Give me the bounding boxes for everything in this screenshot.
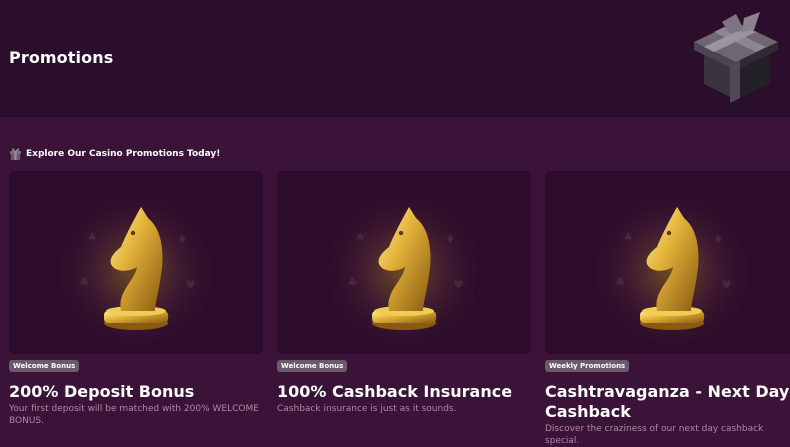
promotion-image[interactable]: ♠ ♦ ♣ ♥ ♠ ♦: [9, 171, 263, 354]
gift-box-icon: [684, 8, 786, 106]
svg-text:♣: ♣: [615, 275, 626, 289]
section-title: Explore Our Casino Promotions Today!: [26, 149, 221, 159]
promotion-card[interactable]: ♠ ♦ ♣ ♥ ♠ ♦ Welcome Bonus 100% Cashback …: [277, 171, 531, 439]
svg-text:♥: ♥: [185, 278, 196, 292]
promotion-card[interactable]: ♠ ♦ ♣ ♥ ♠ ♦ Welcome Bonus 200% Deposit B…: [9, 171, 263, 439]
category-badge: Welcome Bonus: [277, 360, 348, 372]
promotion-image[interactable]: ♠ ♦ ♣ ♥ ♠ ♦: [545, 171, 790, 354]
promotions-section: Explore Our Casino Promotions Today! ♠ ♦…: [0, 117, 790, 446]
svg-text:♠: ♠: [87, 230, 98, 244]
svg-text:♠: ♠: [623, 230, 634, 244]
page-title: Promotions: [9, 48, 114, 67]
promotion-card[interactable]: ♠ ♦ ♣ ♥ ♠ ♦ Weekly Promotions Cashtravag…: [545, 171, 790, 446]
svg-text:♠: ♠: [355, 230, 366, 244]
svg-text:♥: ♥: [721, 278, 732, 292]
svg-text:♦: ♦: [177, 232, 188, 246]
promotion-description: Your first deposit will be matched with …: [9, 404, 259, 426]
category-badge: Weekly Promotions: [545, 360, 630, 372]
svg-text:♣: ♣: [79, 275, 90, 289]
svg-text:♦: ♦: [713, 232, 724, 246]
gift-icon: [10, 148, 21, 160]
svg-text:♥: ♥: [453, 278, 464, 292]
promotion-title[interactable]: 100% Cashback Insurance: [277, 382, 531, 402]
svg-text:♣: ♣: [347, 275, 358, 289]
promotion-title[interactable]: 200% Deposit Bonus: [9, 382, 263, 402]
promotion-description: Cashback insurance is just as it sounds.: [277, 404, 457, 414]
category-badge: Welcome Bonus: [9, 360, 80, 372]
svg-text:♦: ♦: [445, 232, 456, 246]
section-header: Explore Our Casino Promotions Today!: [9, 146, 220, 162]
promotion-description: Discover the craziness of our next day c…: [545, 424, 764, 446]
promotion-title[interactable]: Cashtravaganza - Next Day Cashback: [545, 382, 790, 422]
promotion-image[interactable]: ♠ ♦ ♣ ♥ ♠ ♦: [277, 171, 531, 354]
page-header: Promotions: [0, 0, 790, 117]
